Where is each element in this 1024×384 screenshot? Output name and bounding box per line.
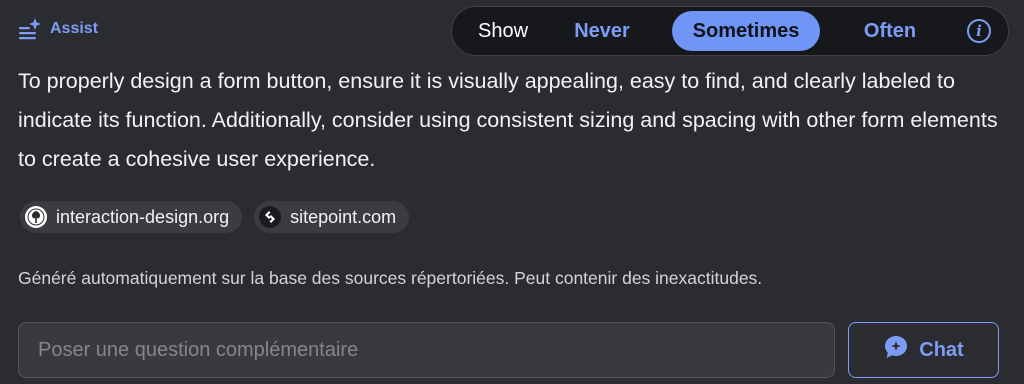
assist-sparkle-icon bbox=[18, 18, 42, 40]
source-label: sitepoint.com bbox=[290, 206, 397, 227]
source-label: interaction-design.org bbox=[56, 206, 230, 227]
option-often[interactable]: Often bbox=[840, 11, 940, 51]
option-never[interactable]: Never bbox=[554, 11, 650, 51]
chat-button-label: Chat bbox=[919, 338, 964, 361]
chat-bubble-icon bbox=[883, 334, 909, 366]
frequency-toggle: Show Never Sometimes Often i bbox=[451, 6, 1009, 56]
info-icon[interactable]: i bbox=[967, 19, 991, 43]
assist-header[interactable]: Assist bbox=[18, 18, 98, 40]
interaction-design-logo-icon bbox=[25, 206, 47, 228]
source-list: interaction-design.org sitepoint.com bbox=[20, 201, 410, 233]
source-chip-sitepoint[interactable]: sitepoint.com bbox=[254, 201, 410, 233]
option-sometimes[interactable]: Sometimes bbox=[672, 11, 820, 51]
chat-button[interactable]: Chat bbox=[848, 322, 999, 378]
followup-question-input[interactable] bbox=[18, 322, 835, 378]
source-chip-interaction-design[interactable]: interaction-design.org bbox=[20, 201, 243, 233]
disclaimer-text: Généré automatiquement sur la base des s… bbox=[18, 268, 763, 288]
sitepoint-logo-icon bbox=[259, 206, 282, 228]
show-label: Show bbox=[478, 20, 529, 42]
answer-text: To properly design a form button, ensure… bbox=[18, 69, 998, 171]
assist-label: Assist bbox=[50, 20, 99, 37]
